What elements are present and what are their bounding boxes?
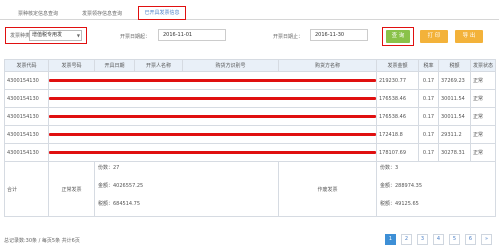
cell-code: 4300154130 [4,143,49,162]
col-header-tax: 税额 [438,59,471,72]
redacted-cell [48,71,377,90]
summary-normal-count: 份数：27 [98,165,120,171]
cell-tax: 30278.31 [438,143,471,162]
table-row[interactable]: 4300154130 176538.46 0.17 30011.54 正常 [4,107,496,126]
cell-amount: 178107.69 [376,143,419,162]
invoice-type-filter: 发票种类： 增值税专用发 ▼ [5,27,87,44]
cell-rate: 0.17 [418,125,439,144]
summary-void-values: 份数：3 金额：288974.35 税额：49125.65 [376,161,496,217]
col-header-buyer-id: 购货方识别号 [182,59,279,72]
search-button[interactable]: 查 询 [386,30,410,43]
summary-row: 合计 正常发票 份数：27 金额：4026557.25 税额：684514.75… [4,161,496,217]
cell-rate: 0.17 [418,89,439,108]
print-button[interactable]: 打 印 [420,30,448,43]
cell-status: 正常 [470,71,496,90]
summary-normal-amount: 金额：4026557.25 [98,183,144,189]
invoice-table: 发票代码 发票号码 开具日期 开票人名称 购货方识别号 购货方名称 发票金额 税… [4,59,496,217]
cell-status: 正常 [470,89,496,108]
cell-code: 4300154130 [4,125,49,144]
cell-code: 4300154130 [4,89,49,108]
col-header-number: 发票号码 [48,59,95,72]
cell-rate: 0.17 [418,143,439,162]
cell-tax: 30011.54 [438,89,471,108]
summary-label: 合计 [4,161,49,217]
redaction-mark [49,133,376,136]
start-date-input[interactable]: 2016-11-01 [158,29,226,41]
col-header-buyer-name: 购货方名称 [278,59,377,72]
summary-void-count: 份数：3 [380,165,399,171]
tab-invoice-stock-query[interactable]: 发票领存信息查询 [72,8,132,20]
page-2-button[interactable]: 2 [401,234,412,245]
summary-void-amount: 金额：288974.35 [380,183,423,189]
cell-tax: 29311.2 [438,125,471,144]
cell-tax: 37269.23 [438,71,471,90]
record-count-text: 总记录数:30条 / 每页5条 共计6页 [4,238,80,244]
col-header-issuer: 开票人名称 [134,59,183,72]
table-row[interactable]: 4300154130 176538.46 0.17 30011.54 正常 [4,89,496,108]
col-header-amount: 发票金额 [376,59,419,72]
cell-rate: 0.17 [418,107,439,126]
tab-bar: 票种核定信息查询 发票领存信息查询 已开具发票信息 [0,6,499,20]
page-1-button[interactable]: 1 [385,234,396,245]
cell-status: 正常 [470,107,496,126]
redacted-cell [48,143,377,162]
invoice-type-value: 增值税专用发 [32,32,63,38]
invoice-type-select[interactable]: 增值税专用发 ▼ [29,30,82,41]
next-page-button[interactable]: » [481,234,492,245]
redaction-mark [49,97,376,100]
col-header-status: 发票状态 [470,59,496,72]
redaction-mark [49,151,376,154]
summary-normal-label: 正常发票 [48,161,95,217]
redaction-mark [49,79,376,82]
redacted-cell [48,107,377,126]
redacted-cell [48,125,377,144]
end-date-input[interactable]: 2016-11-30 [310,29,368,41]
cell-amount: 176538.46 [376,89,419,108]
redacted-cell [48,89,377,108]
table-row[interactable]: 4300154130 178107.69 0.17 30278.31 正常 [4,143,496,162]
start-date-label: 开票日期起： [120,34,151,40]
cell-amount: 176538.46 [376,107,419,126]
export-button[interactable]: 导 出 [455,30,483,43]
cell-status: 正常 [470,143,496,162]
tab-issued-invoices[interactable]: 已开具发票信息 [138,6,186,20]
cell-amount: 172418.8 [376,125,419,144]
summary-normal-tax: 税额：684514.75 [98,201,141,207]
summary-normal-values: 份数：27 金额：4026557.25 税额：684514.75 [94,161,279,217]
end-date-label: 开票日期止： [273,34,304,40]
tab-issued-invoices-label: 已开具发票信息 [144,10,180,16]
chevron-down-icon: ▼ [76,33,80,38]
table-row[interactable]: 4300154130 219230.77 0.17 37269.23 正常 [4,71,496,90]
page-6-button[interactable]: 6 [465,234,476,245]
cell-tax: 30011.54 [438,107,471,126]
col-header-date: 开具日期 [94,59,135,72]
cell-amount: 219230.77 [376,71,419,90]
cell-code: 4300154130 [4,71,49,90]
table-row[interactable]: 4300154130 172418.8 0.17 29311.2 正常 [4,125,496,144]
page-5-button[interactable]: 5 [449,234,460,245]
cell-rate: 0.17 [418,71,439,90]
cell-code: 4300154130 [4,107,49,126]
page-3-button[interactable]: 3 [417,234,428,245]
col-header-rate: 税率 [418,59,439,72]
table-header-row: 发票代码 发票号码 开具日期 开票人名称 购货方识别号 购货方名称 发票金额 税… [4,59,496,72]
summary-void-tax: 税额：49125.65 [380,201,419,207]
redaction-mark [49,115,376,118]
page-4-button[interactable]: 4 [433,234,444,245]
summary-void-label: 作废发票 [278,161,377,217]
cell-status: 正常 [470,125,496,144]
col-header-code: 发票代码 [4,59,49,72]
tab-quota-query[interactable]: 票种核定信息查询 [8,8,68,20]
